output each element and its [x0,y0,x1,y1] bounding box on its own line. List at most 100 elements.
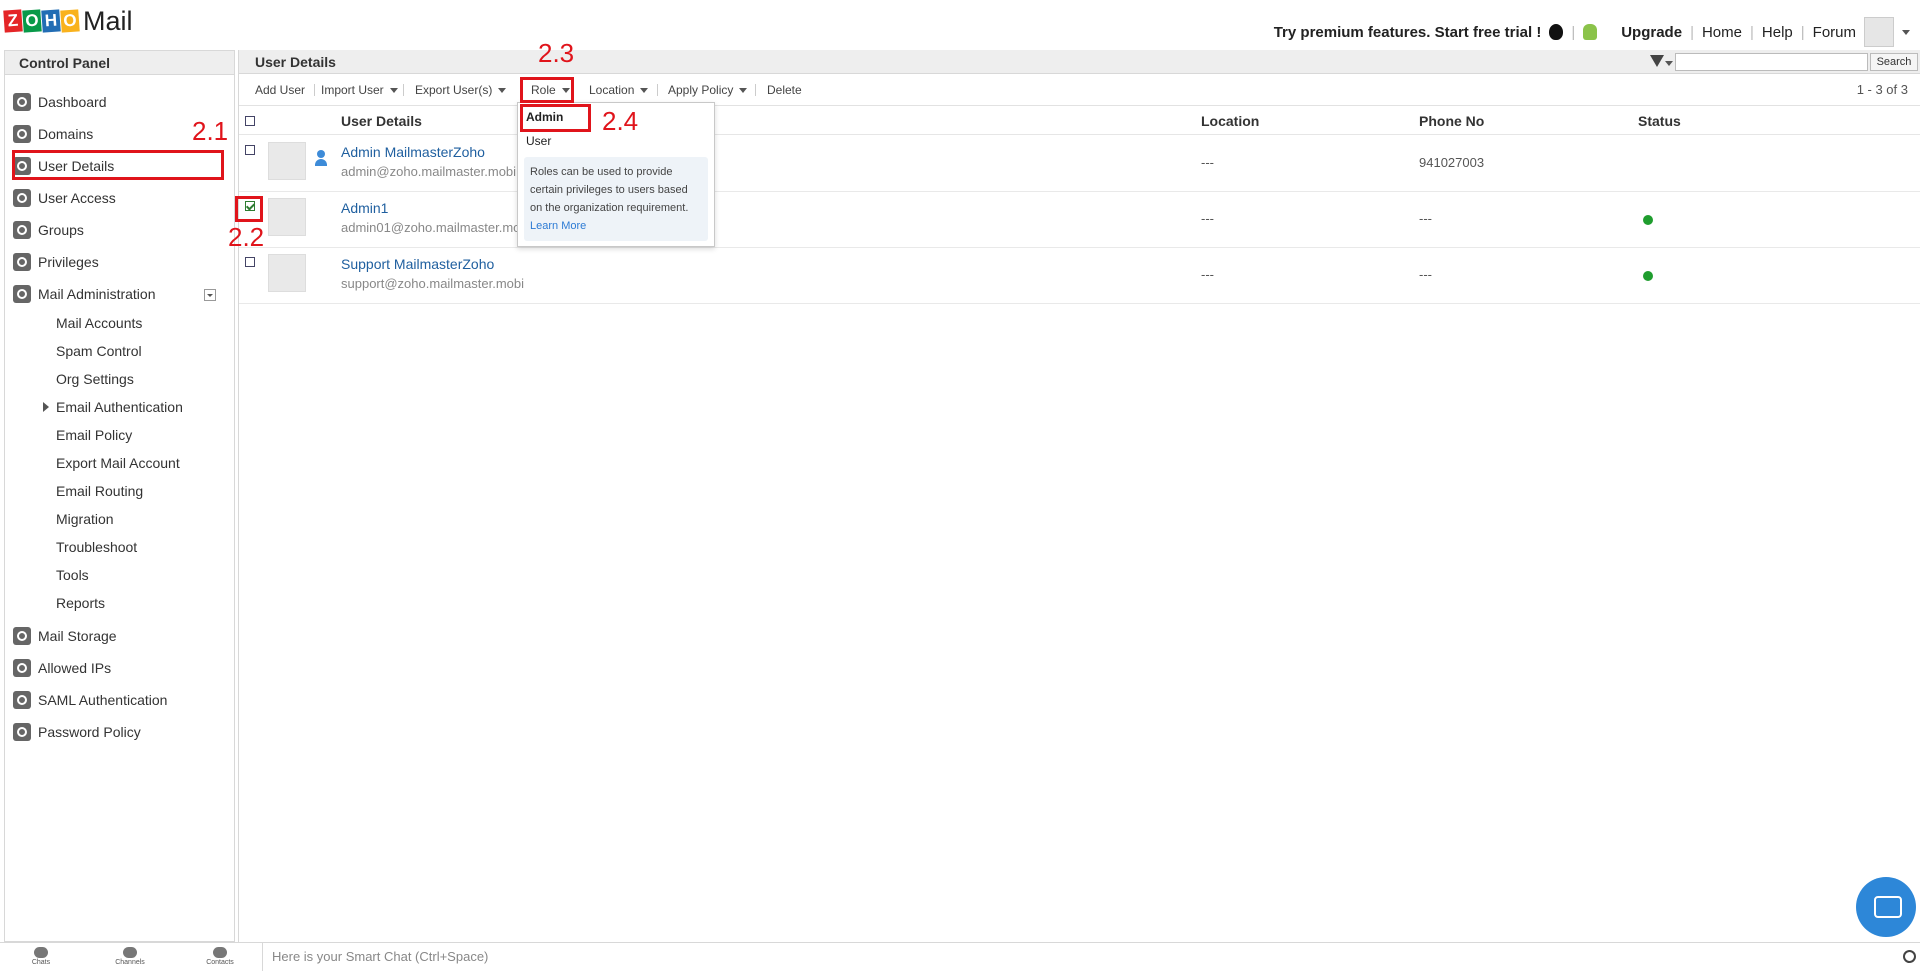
groups-icon [13,221,31,239]
apply-policy-dropdown[interactable]: Apply Policy [668,83,748,97]
annotation-2-3: 2.3 [538,38,575,68]
chat-assistant-icon[interactable] [1856,877,1916,937]
highlight-checkbox [235,196,263,222]
logo-letter-o: O [22,9,42,33]
sidebar-sub-export-mail-account[interactable]: Export Mail Account [56,452,180,474]
free-trial-link[interactable]: Try premium features. Start free trial ! [1274,24,1542,41]
expand-arrow-icon[interactable] [43,402,49,412]
role-info-box: Roles can be used to provide certain pri… [524,157,708,241]
page-title: User Details [255,54,336,70]
sidebar-item-groups[interactable]: Groups [13,217,84,243]
search-icon[interactable] [1903,950,1916,963]
separator [314,84,315,96]
user-phone: 941027003 [1419,155,1485,170]
import-user-dropdown[interactable]: Import User [321,83,398,97]
search-button[interactable]: Search [1870,53,1918,71]
status-active-icon [1643,215,1653,225]
sidebar-item-label: Groups [38,222,84,238]
sidebar-item-privileges[interactable]: Privileges [13,249,99,275]
table-row[interactable]: Admin MailmasterZoho admin@zoho.mailmast… [239,136,1920,192]
user-name-link[interactable]: Support MailmasterZoho [341,256,494,272]
chevron-down-icon [498,87,507,93]
user-phone: --- [1419,211,1432,226]
sidebar-item-user-access[interactable]: User Access [13,185,116,211]
sidebar-sub-email-policy[interactable]: Email Policy [56,424,132,446]
storage-icon [13,627,31,645]
sidebar-sub-reports[interactable]: Reports [56,592,105,614]
sidebar-item-mail-administration[interactable]: Mail Administration [13,281,156,307]
row-checkbox[interactable] [245,145,255,155]
annotation-2-2: 2.2 [228,222,265,252]
avatar [268,254,306,292]
sidebar-sub-tools[interactable]: Tools [56,564,89,586]
android-icon[interactable] [1583,24,1598,40]
zoho-mail-logo[interactable]: Z O H O Mail [3,4,133,38]
column-status: Status [1638,113,1681,129]
sidebar-sub-troubleshoot[interactable]: Troubleshoot [56,536,137,558]
separator [657,84,658,96]
row-checkbox[interactable] [245,257,255,267]
contacts-tab[interactable]: Contacts [200,947,240,966]
user-name-link[interactable]: Admin MailmasterZoho [341,144,485,160]
sidebar-item-label: User Access [38,190,116,206]
domains-icon [13,125,31,143]
channels-icon [123,947,137,958]
table-row[interactable]: Support MailmasterZoho support@zoho.mail… [239,248,1920,304]
export-users-label: Export User(s) [415,83,493,97]
role-option-user[interactable]: User [526,134,551,148]
home-link[interactable]: Home [1702,24,1742,41]
chevron-down-icon[interactable] [1665,61,1673,66]
learn-more-label: Learn [530,220,559,232]
user-location: --- [1201,267,1214,282]
user-phone: --- [1419,267,1432,282]
select-all-checkbox[interactable] [245,116,255,126]
sidebar-sub-email-authentication[interactable]: Email Authentication [56,396,183,418]
highlight-admin [520,104,591,132]
sidebar-item-saml-authentication[interactable]: SAML Authentication [13,687,167,713]
forum-link[interactable]: Forum [1813,24,1856,41]
sidebar-item-label: Domains [38,126,94,142]
sidebar-sub-spam-control[interactable]: Spam Control [56,340,142,362]
help-link[interactable]: Help [1762,24,1793,41]
column-user-details: User Details [341,113,422,129]
main-panel: User Details Search Add User Import User… [238,50,1920,942]
zoho-logo-letters: Z O H O [3,9,80,33]
sidebar-sub-org-settings[interactable]: Org Settings [56,368,134,390]
chevron-down-icon [389,87,398,93]
chevron-down-icon[interactable] [1902,29,1910,35]
avatar [268,142,306,180]
add-user-button[interactable]: Add User [255,83,305,97]
role-info-text: Roles can be used to provide certain pri… [530,166,689,214]
privileges-icon [13,253,31,271]
chats-tab[interactable]: Chats [21,947,61,966]
user-avatar[interactable] [1864,17,1894,47]
sidebar-item-domains[interactable]: Domains [13,121,93,147]
smart-chat-input[interactable]: Here is your Smart Chat (Ctrl+Space) [272,949,488,964]
sidebar-item-mail-storage[interactable]: Mail Storage [13,623,117,649]
toolbar: Add User Import User Export User(s) Role… [239,74,1920,106]
sidebar-sub-migration[interactable]: Migration [56,508,114,530]
sidebar-item-password-policy[interactable]: Password Policy [13,719,141,745]
export-users-dropdown[interactable]: Export User(s) [415,83,507,97]
add-user-label: Add User [255,83,306,97]
collapse-toggle-icon[interactable] [204,289,216,301]
sidebar-sub-email-routing[interactable]: Email Routing [56,480,143,502]
sidebar-item-dashboard[interactable]: Dashboard [13,89,107,115]
delete-button[interactable]: Delete [767,83,802,97]
location-label: Location [589,83,635,97]
separator: | [1749,23,1754,41]
table-row[interactable]: Admin1 admin01@zoho.mailmaster.mo --- --… [239,192,1920,248]
learn-more-link[interactable]: Learn More [530,220,586,232]
location-dropdown[interactable]: Location [589,83,649,97]
sidebar-item-allowed-ips[interactable]: Allowed IPs [13,655,111,681]
apple-icon[interactable] [1549,24,1564,40]
upgrade-link[interactable]: Upgrade [1621,24,1682,41]
search-input[interactable] [1675,53,1868,71]
sidebar-sub-mail-accounts[interactable]: Mail Accounts [56,312,142,334]
filter-icon[interactable] [1650,55,1664,67]
sidebar-item-label: Password Policy [38,724,141,740]
contacts-icon [213,947,227,958]
channels-tab[interactable]: Channels [110,947,150,966]
user-location: --- [1201,155,1214,170]
user-name-link[interactable]: Admin1 [341,200,388,216]
